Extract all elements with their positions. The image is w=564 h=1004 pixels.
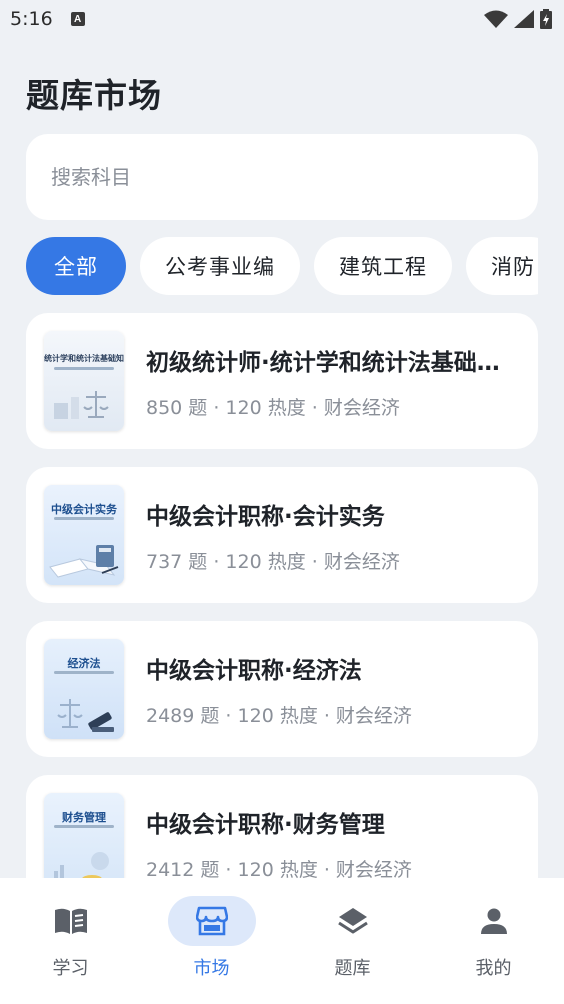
- question-bank-list: 统计学和统计法基础知识 初级统计师·统计学和统计法基础知识 850 题 · 12…: [26, 313, 538, 929]
- calculator-book-icon: [49, 545, 119, 578]
- nav-item-market[interactable]: 市场: [141, 878, 282, 1004]
- store-icon: [195, 906, 228, 936]
- signal-icon: [514, 10, 534, 28]
- question-bank-card[interactable]: 经济法 中级会计职称·经济法 2489 题 · 120 热度 · 财会经济: [26, 621, 538, 757]
- cover-title: 经济法: [67, 657, 101, 670]
- question-bank-meta: 850 题 · 120 热度 · 财会经济: [146, 396, 400, 419]
- layers-icon: [337, 908, 368, 934]
- book-icon: [54, 908, 87, 934]
- nav-label-question-bank: 题库: [334, 958, 371, 979]
- category-chip-all[interactable]: 全部: [26, 237, 126, 295]
- person-icon: [480, 908, 507, 934]
- nav-label-study: 学习: [52, 958, 89, 979]
- gavel-scale-icon: [57, 699, 114, 732]
- category-chip-civil-service[interactable]: 公考事业编: [140, 237, 300, 295]
- status-time: 5:16: [10, 8, 53, 30]
- search-box[interactable]: [26, 134, 538, 220]
- cover-title: 统计学和统计法基础知识: [44, 354, 124, 363]
- nav-label-profile: 我的: [475, 958, 512, 979]
- page-title: 题库市场: [26, 76, 162, 115]
- bottom-navigation: 学习 市场 题库 我的: [0, 878, 564, 1004]
- book-cover-image: 中级会计实务: [44, 485, 124, 585]
- nav-label-market: 市场: [193, 958, 230, 979]
- book-cover-image: 经济法: [44, 639, 124, 739]
- search-input[interactable]: [51, 165, 538, 189]
- nav-item-question-bank[interactable]: 题库: [282, 878, 423, 1004]
- cover-title: 财务管理: [62, 811, 106, 824]
- category-chip-construction[interactable]: 建筑工程: [314, 237, 452, 295]
- question-bank-card[interactable]: 统计学和统计法基础知识 初级统计师·统计学和统计法基础知识 850 题 · 12…: [26, 313, 538, 449]
- nav-item-study[interactable]: 学习: [0, 878, 141, 1004]
- battery-icon: [540, 9, 552, 29]
- nav-item-profile[interactable]: 我的: [423, 878, 564, 1004]
- question-bank-card[interactable]: 中级会计实务 中级会计职称·会计实务 737 题 · 120 热度 · 财会经济: [26, 467, 538, 603]
- scale-icon: [54, 391, 109, 419]
- notification-icon: A: [70, 12, 85, 26]
- question-bank-title: 初级统计师·统计学和统计法基础知识: [146, 349, 514, 376]
- question-bank-meta: 2489 题 · 120 热度 · 财会经济: [146, 704, 412, 727]
- question-bank-title: 中级会计职称·财务管理: [146, 811, 385, 838]
- cover-title: 中级会计实务: [51, 503, 117, 516]
- book-cover-image: 统计学和统计法基础知识: [44, 331, 124, 431]
- category-chip-fire-protection[interactable]: 消防: [466, 237, 538, 295]
- question-bank-title: 中级会计职称·经济法: [146, 657, 362, 684]
- status-bar: 5:16 A: [0, 0, 564, 38]
- question-bank-title: 中级会计职称·会计实务: [146, 503, 385, 530]
- wifi-icon: [484, 10, 508, 28]
- category-chips: 全部 公考事业编 建筑工程 消防: [26, 237, 538, 297]
- question-bank-meta: 737 题 · 120 热度 · 财会经济: [146, 550, 400, 573]
